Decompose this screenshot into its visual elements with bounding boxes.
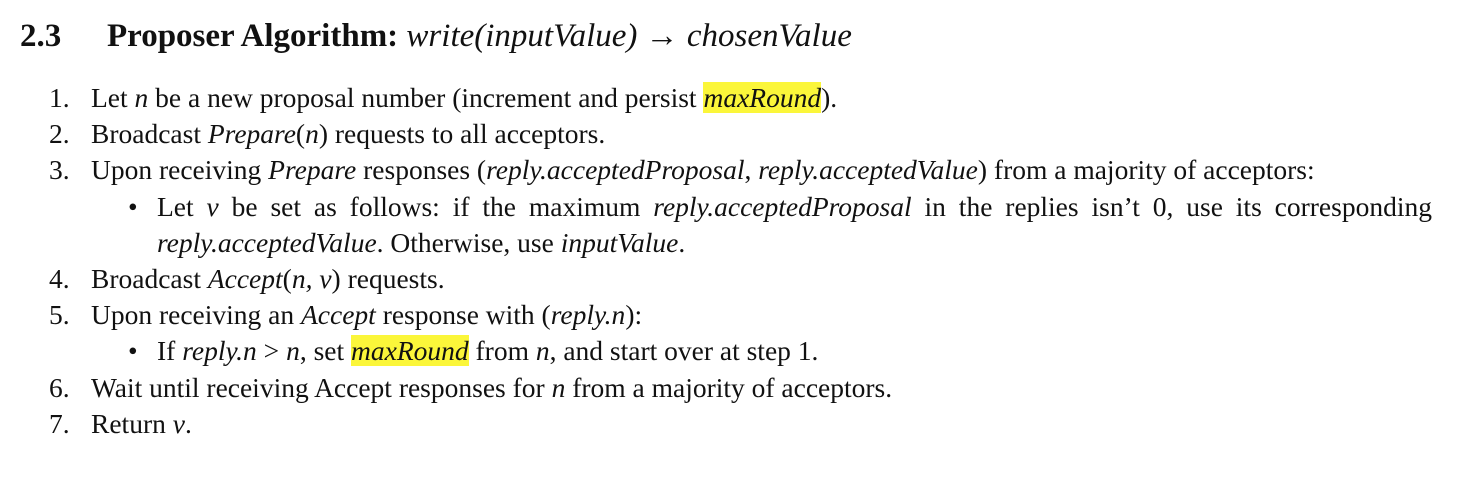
step-item: 7. Return v. [0,406,1432,442]
text-segment: Let [91,82,135,113]
math-term: v [206,190,219,222]
math-term: v [172,407,185,439]
text-segment: in the replies isn’t 0, use its correspo… [911,190,1432,222]
math-term: Prepare [268,154,357,186]
math-term: reply.n [550,299,626,331]
sub-bullet: • Let v be set as follows: if the maximum… [0,189,1432,261]
text-segment: ) requests. [331,263,445,295]
math-term: n [286,335,300,367]
text-segment: responses ( [356,154,487,186]
text-segment: ( [282,263,292,295]
bullet-icon: • [128,190,138,222]
text-segment: Wait until receiving Accept responses fo… [91,371,552,403]
math-term: n [305,118,319,150]
section-signature: write(inputValue) → chosenValue [406,18,852,54]
text-segment: Return [91,407,173,439]
text-segment: be a new proposal number (increment and … [148,82,704,113]
math-term: Accept [301,299,376,331]
text-segment: ): [625,299,643,331]
highlighted-term: maxRound [351,335,469,367]
section-title: Proposer Algorithm: [107,18,399,54]
text-segment: Let [157,190,207,222]
text-segment: > [256,335,287,367]
step-number: 2. [49,118,70,150]
text-segment: , [744,154,759,186]
text-segment: If [157,335,183,367]
math-term: reply.n [182,335,257,367]
text-segment: from a majority of acceptors. [565,371,893,403]
text-segment: response with ( [375,299,551,331]
math-term: n, v [291,263,332,295]
step-number: 3. [49,154,70,186]
algorithm-steps: 1. Let n be a new proposal number (increm… [0,80,1432,442]
step-number: 1. [49,82,70,113]
step-number: 5. [49,299,70,331]
text-segment: . [184,407,192,439]
text-segment: . Otherwise, use [376,226,561,258]
step-item: 6. Wait until receiving Accept responses … [0,370,1432,406]
step-item: 2. Broadcast Prepare(n) requests to all a… [0,116,1432,152]
step-item: 5. Upon receiving an Accept response with… [0,297,1432,333]
text-segment: , and start over at step 1. [549,335,819,367]
step-item: 4. Broadcast Accept(n, v) requests. [0,261,1432,297]
math-term: Accept [207,263,283,295]
step-number: 7. [49,407,70,439]
step-number: 6. [49,371,70,403]
math-term: reply.acceptedProposal [486,154,745,186]
text-segment: Broadcast [91,118,208,150]
text-segment: Upon receiving an [91,299,301,331]
text-segment: Upon receiving [91,154,269,186]
text-segment: ( [295,118,306,150]
text-segment: ) from a majority of acceptors: [977,154,1315,186]
text-segment: be set as follows: if the maximum [218,190,654,222]
bullet-icon: • [128,335,138,367]
text-segment: ) requests to all acceptors. [318,118,606,150]
step-item: 3. Upon receiving Prepare responses (repl… [0,152,1432,188]
math-term: inputValue [560,226,679,258]
math-term: reply.acceptedValue [758,154,978,186]
math-term: Prepare [207,118,296,150]
text-segment: . [678,226,686,258]
section-heading: 2.3 Proposer Algorithm: write(inputValue)… [20,18,852,55]
text-segment: Broadcast [91,263,208,295]
math-term: n [551,371,566,403]
section-number: 2.3 [20,18,62,54]
step-number: 4. [49,263,70,295]
step-item: 1. Let n be a new proposal number (increm… [0,80,1432,116]
sub-bullet: • If reply.n > n, set maxRound from n, an… [0,333,1432,369]
math-term: n [134,82,149,113]
math-term: reply.acceptedValue [157,226,377,258]
text-segment: from [468,335,536,367]
math-term: reply.acceptedProposal [653,190,912,222]
text-segment: , set [299,335,351,367]
math-term: n [535,335,550,367]
text-segment: ). [821,82,838,113]
highlighted-term: maxRound [703,82,822,113]
